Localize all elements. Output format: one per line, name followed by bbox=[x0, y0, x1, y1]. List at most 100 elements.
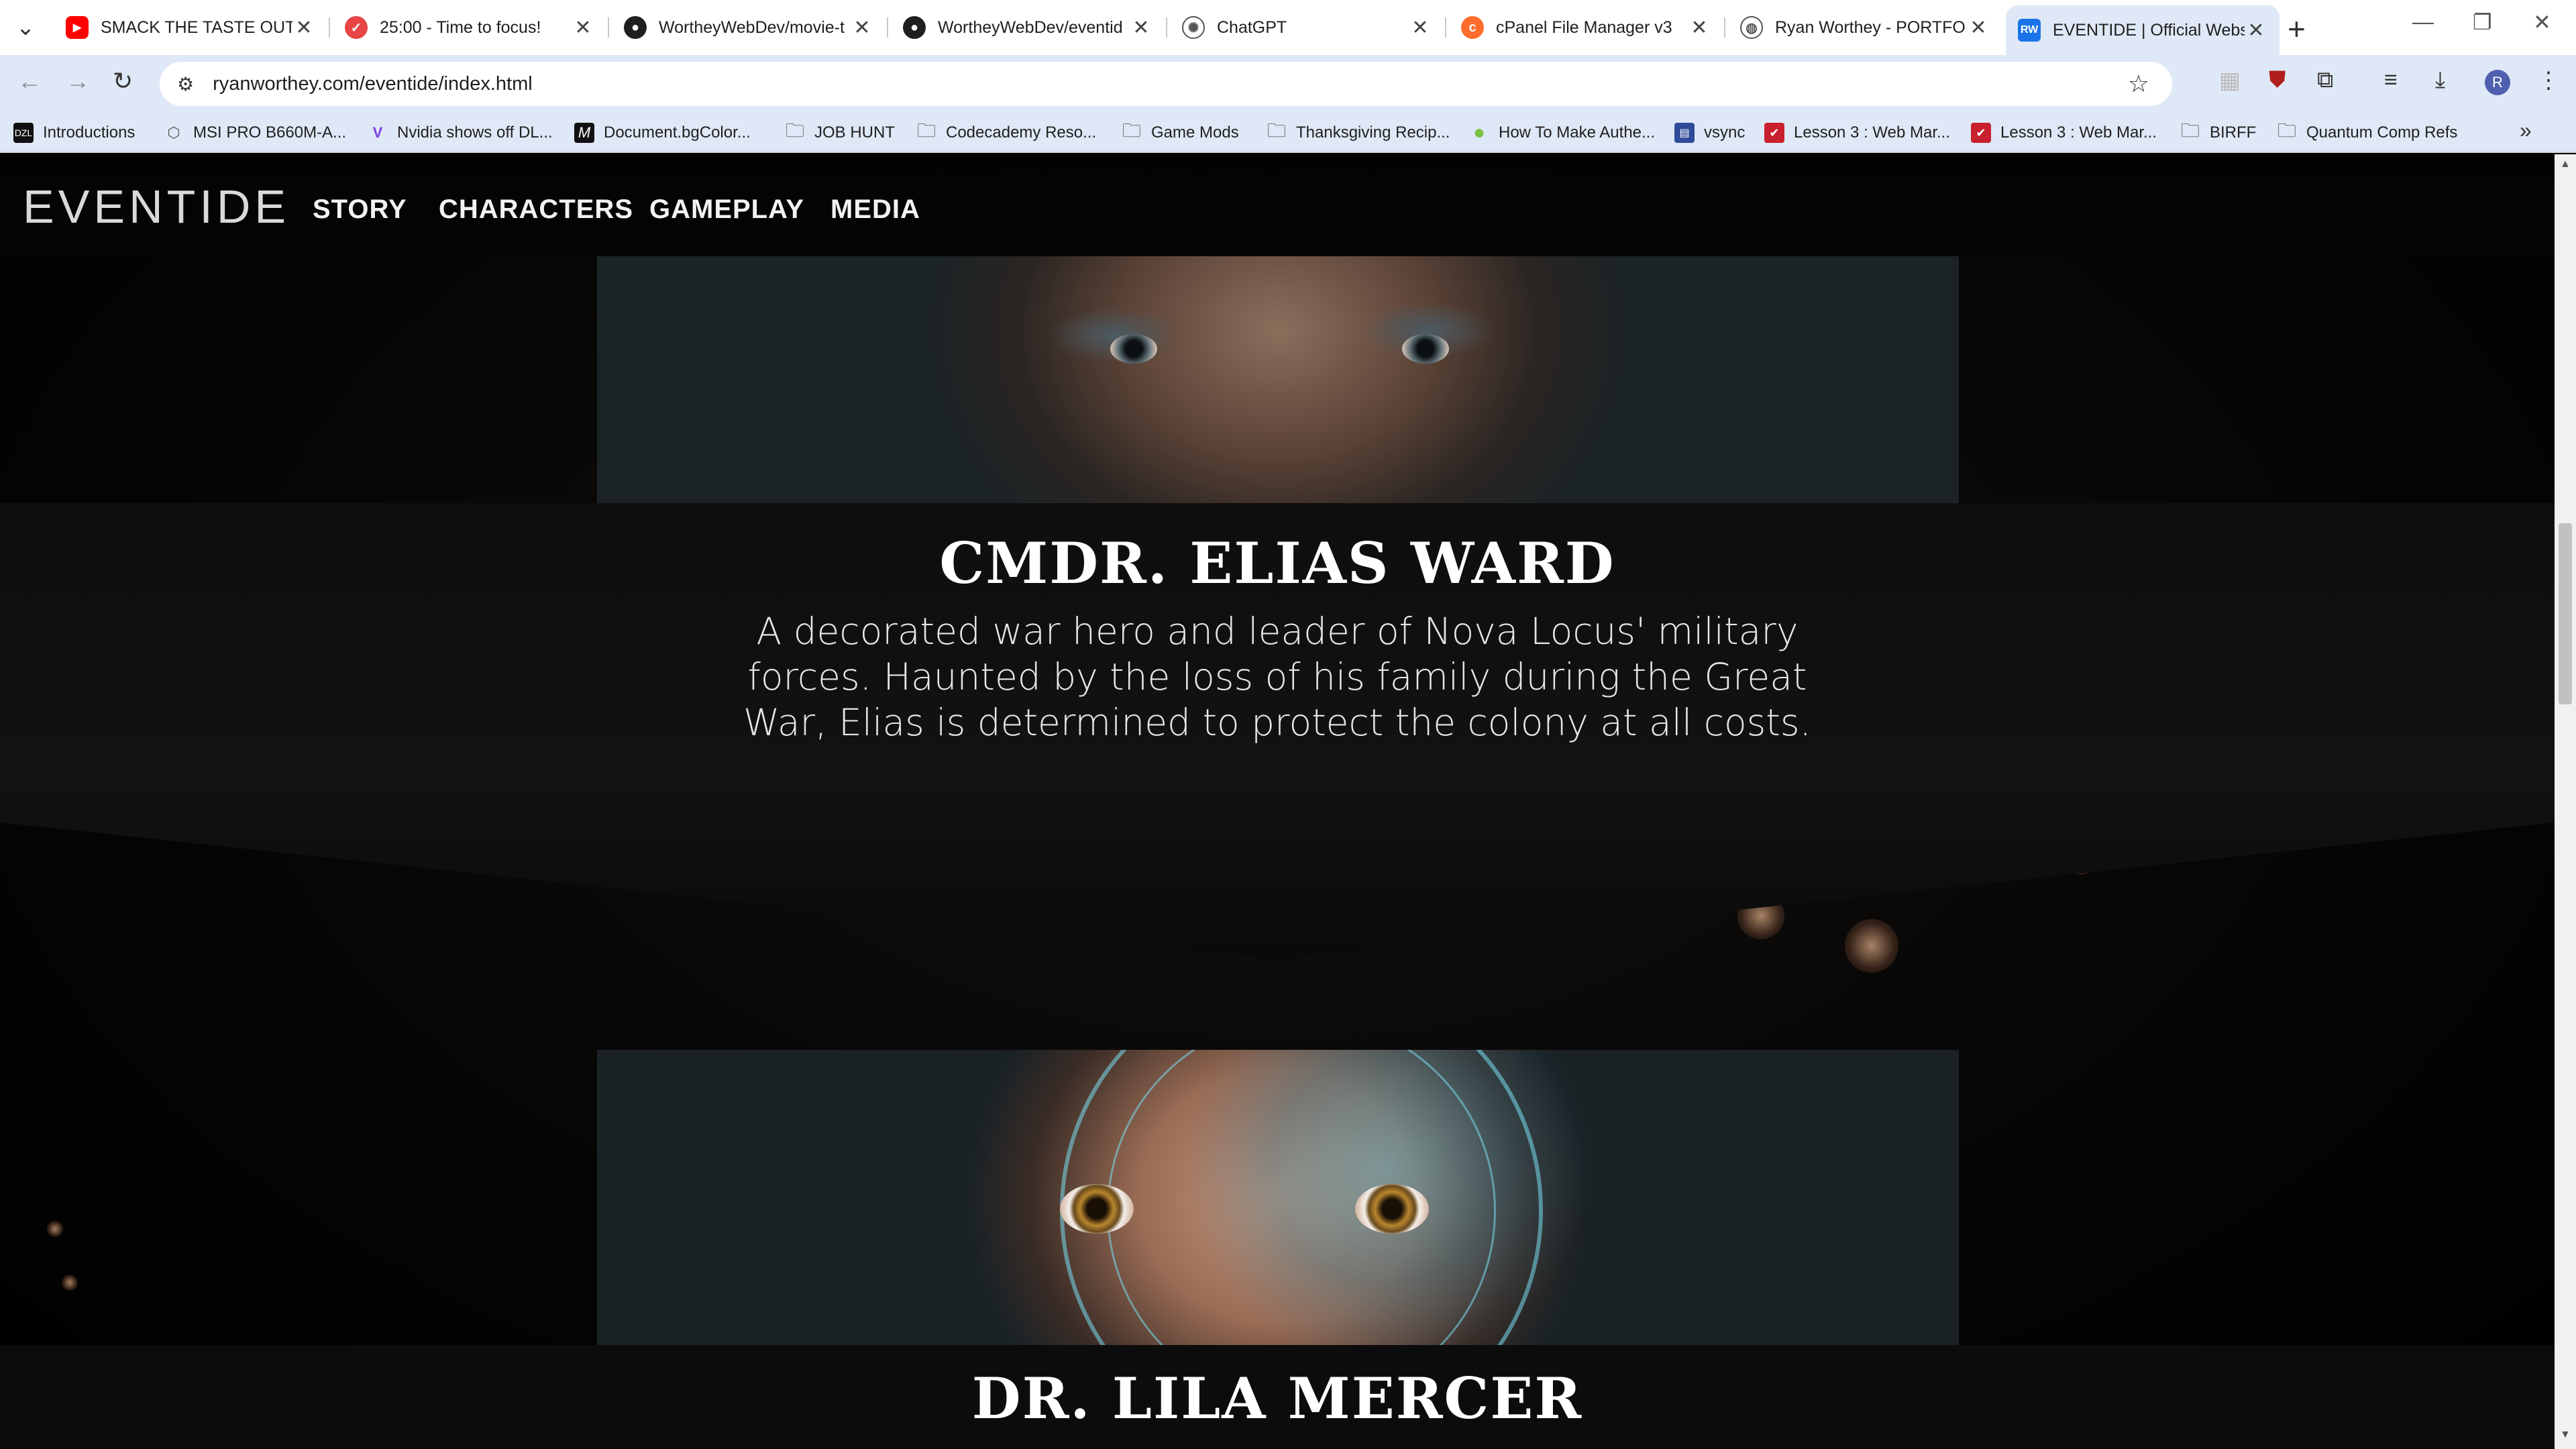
profile-avatar[interactable]: R bbox=[2485, 70, 2510, 95]
scrollbar-thumb[interactable] bbox=[2559, 523, 2572, 704]
address-bar[interactable]: ⚙ ryanworthey.com/eventide/index.html ☆ bbox=[160, 62, 2172, 106]
site-logo[interactable]: EVENTIDE bbox=[23, 180, 290, 233]
extensions-puzzle-icon[interactable]: ⧉ bbox=[2317, 67, 2333, 93]
new-tab-plus-icon[interactable]: + bbox=[2288, 11, 2306, 47]
bookmark-item[interactable]: ● How To Make Authe... bbox=[1469, 119, 1655, 146]
bookmark-item[interactable]: ⬡ MSI PRO B660M-A... bbox=[164, 119, 346, 146]
portrait-eye bbox=[1355, 1184, 1429, 1234]
portrait-eye bbox=[1402, 334, 1449, 364]
portrait-eye bbox=[1060, 1184, 1134, 1234]
browser-tab[interactable]: ● WortheyWebDev/eventid ✕ bbox=[891, 8, 1165, 47]
rw-icon: RW bbox=[2018, 19, 2041, 42]
close-tab-icon[interactable]: ✕ bbox=[1967, 16, 1990, 40]
close-tab-icon[interactable]: ✕ bbox=[572, 16, 594, 40]
back-arrow-icon[interactable]: ← bbox=[17, 67, 42, 95]
close-tab-icon[interactable]: ✕ bbox=[292, 16, 315, 40]
cpanel-icon: c bbox=[1461, 16, 1484, 39]
youtube-icon: ▶ bbox=[66, 16, 89, 39]
tab-search-chevron-icon[interactable]: ⌄ bbox=[0, 0, 51, 55]
page-icon: ▤ bbox=[1674, 123, 1695, 143]
site-header: EVENTIDE STORY CHARACTERS GAMEPLAY MEDIA bbox=[0, 154, 2555, 256]
scroll-up-icon[interactable]: ▲ bbox=[2560, 158, 2571, 170]
media-control-icon[interactable]: ≡ bbox=[2384, 67, 2398, 93]
bookmark-item[interactable]: DZL Introductions bbox=[13, 119, 135, 146]
bookmark-folder[interactable]: 🗀 Game Mods bbox=[1122, 119, 1239, 146]
page-scrollbar[interactable]: ▲ ▼ bbox=[2555, 154, 2576, 1449]
window-close-icon[interactable]: ✕ bbox=[2533, 9, 2551, 35]
nav-link-gameplay[interactable]: GAMEPLAY bbox=[649, 195, 804, 225]
bookmarks-overflow-chevron-icon[interactable]: » bbox=[2520, 118, 2532, 143]
scroll-down-icon[interactable]: ▼ bbox=[2560, 1429, 2571, 1441]
close-tab-icon[interactable]: ✕ bbox=[2245, 19, 2267, 42]
bookmark-star-icon[interactable]: ☆ bbox=[2128, 70, 2149, 98]
bookmark-item[interactable]: ✔ Lesson 3 : Web Mar... bbox=[1764, 119, 1950, 146]
browser-tab[interactable]: ✺ ChatGPT ✕ bbox=[1170, 8, 1444, 47]
globe-icon: ◍ bbox=[1740, 16, 1763, 39]
pomofocus-icon: ✓ bbox=[345, 16, 368, 39]
close-tab-icon[interactable]: ✕ bbox=[1130, 16, 1152, 40]
browser-tab[interactable]: ✓ 25:00 - Time to focus! ✕ bbox=[333, 8, 606, 47]
minimize-icon[interactable]: — bbox=[2412, 9, 2434, 34]
msi-icon: ⬡ bbox=[167, 124, 180, 141]
reload-icon[interactable]: ↻ bbox=[113, 67, 133, 95]
chatgpt-icon: ✺ bbox=[1182, 16, 1205, 39]
dzl-icon: DZL bbox=[13, 123, 34, 143]
bookmark-item[interactable]: ✔ Lesson 3 : Web Mar... bbox=[1971, 119, 2157, 146]
tab-divider bbox=[1724, 17, 1725, 38]
mdn-icon: M bbox=[574, 123, 594, 143]
forward-arrow-icon[interactable]: → bbox=[66, 67, 90, 95]
ember-particle bbox=[62, 1275, 78, 1291]
character-portrait bbox=[597, 256, 1959, 503]
browser-tab[interactable]: c cPanel File Manager v3 ✕ bbox=[1449, 8, 1723, 47]
github-icon: ● bbox=[624, 16, 647, 39]
ublock-shield-icon[interactable]: ⛊ bbox=[2269, 67, 2286, 93]
folder-icon: 🗀 bbox=[916, 120, 936, 141]
bookmark-folder[interactable]: 🗀 BIRFF bbox=[2180, 119, 2256, 146]
tab-divider bbox=[887, 17, 888, 38]
ember-particle bbox=[47, 1221, 63, 1237]
restore-icon[interactable]: ❐ bbox=[2473, 9, 2492, 35]
character-name: DR. LILA MERCER bbox=[971, 1365, 1583, 1432]
site-info-icon[interactable]: ⚙ bbox=[177, 73, 194, 95]
lesson-icon: ✔ bbox=[1971, 123, 1991, 143]
lesson-icon: ✔ bbox=[1764, 123, 1784, 143]
browser-tab[interactable]: ▶ SMACK THE TASTE OUT Y ✕ bbox=[54, 8, 327, 47]
close-tab-icon[interactable]: ✕ bbox=[1688, 16, 1711, 40]
character-name: CMDR. ELIAS WARD bbox=[939, 530, 1615, 596]
nav-link-characters[interactable]: CHARACTERS bbox=[439, 195, 633, 225]
character-description: A decorated war hero and leader of Nova … bbox=[743, 610, 1812, 744]
bookmark-folder[interactable]: 🗀 JOB HUNT bbox=[785, 119, 895, 146]
tab-strip: ⌄ ▶ SMACK THE TASTE OUT Y ✕ ✓ 25:00 - Ti… bbox=[0, 0, 2576, 55]
holo-ring bbox=[1107, 1050, 1496, 1345]
nav-link-story[interactable]: STORY bbox=[313, 195, 407, 225]
bookmark-folder[interactable]: 🗀 Codecademy Reso... bbox=[916, 119, 1096, 146]
bookmark-item[interactable]: ▤ vsync bbox=[1674, 119, 1745, 146]
extension-placeholder-icon[interactable]: ▦ bbox=[2219, 67, 2241, 94]
downloads-icon[interactable]: ⤓ bbox=[2435, 67, 2445, 93]
bookmark-folder[interactable]: 🗀 Thanksgiving Recip... bbox=[1267, 119, 1450, 146]
url-text[interactable]: ryanworthey.com/eventide/index.html bbox=[213, 73, 533, 95]
tab-divider bbox=[1445, 17, 1446, 38]
character-portrait bbox=[597, 1050, 1959, 1345]
bookmarks-bar: DZL Introductions ⬡ MSI PRO B660M-A... V… bbox=[0, 113, 2576, 153]
folder-icon: 🗀 bbox=[1267, 120, 1286, 141]
github-icon: ● bbox=[903, 16, 926, 39]
browser-tab[interactable]: ◍ Ryan Worthey - PORTFOL ✕ bbox=[1728, 8, 2002, 47]
tab-divider bbox=[1166, 17, 1167, 38]
green-dot-icon: ● bbox=[1472, 121, 1486, 144]
bookmark-folder[interactable]: 🗀 Quantum Comp Refs bbox=[2277, 119, 2457, 146]
character-card: CMDR. ELIAS WARD A decorated war hero an… bbox=[0, 530, 2555, 745]
browser-tab[interactable]: ● WortheyWebDev/movie-t ✕ bbox=[612, 8, 885, 47]
tab-divider bbox=[329, 17, 330, 38]
kebab-menu-icon[interactable]: ⋮ bbox=[2537, 67, 2560, 94]
tab-divider bbox=[608, 17, 609, 38]
bookmark-item[interactable]: V Nvidia shows off DL... bbox=[368, 119, 553, 146]
close-tab-icon[interactable]: ✕ bbox=[851, 16, 873, 40]
close-tab-icon[interactable]: ✕ bbox=[1409, 16, 1432, 40]
page-viewport: EVENTIDE STORY CHARACTERS GAMEPLAY MEDIA… bbox=[0, 154, 2555, 1449]
portrait-eye bbox=[1110, 334, 1157, 364]
folder-icon: 🗀 bbox=[1122, 120, 1141, 141]
nav-link-media[interactable]: MEDIA bbox=[830, 195, 920, 225]
browser-tab-active[interactable]: RW EVENTIDE | Official Websi ✕ bbox=[2006, 5, 2279, 55]
bookmark-item[interactable]: M Document.bgColor... bbox=[574, 119, 751, 146]
